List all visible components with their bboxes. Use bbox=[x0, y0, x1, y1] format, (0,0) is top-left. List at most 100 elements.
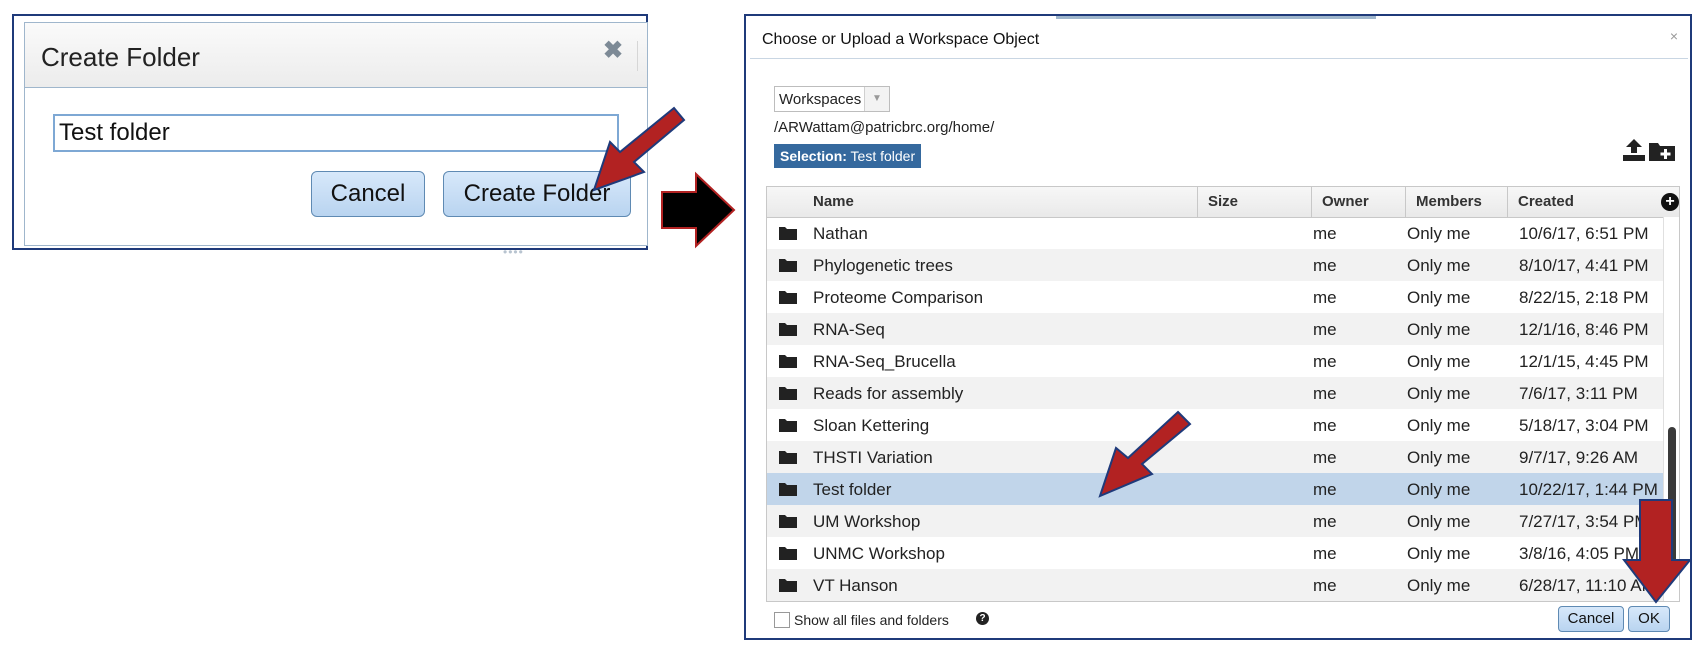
folder-icon bbox=[779, 579, 797, 592]
help-icon[interactable]: ? bbox=[976, 612, 989, 625]
cancel-button[interactable]: Cancel bbox=[311, 171, 425, 217]
close-icon[interactable]: × bbox=[1670, 28, 1678, 44]
location-select[interactable]: Workspaces ▼ bbox=[774, 86, 890, 112]
dialog-title-bar: Choose or Upload a Workspace Object × bbox=[750, 20, 1688, 59]
show-all-checkbox[interactable] bbox=[774, 612, 790, 628]
row-name: UM Workshop bbox=[813, 512, 921, 531]
column-header-created[interactable]: Created bbox=[1507, 187, 1657, 217]
upload-icon[interactable] bbox=[1622, 138, 1646, 162]
table-row[interactable]: RNA-Seq_Brucella me Only me 12/1/15, 4:45 P… bbox=[767, 345, 1663, 377]
row-created: 12/1/15, 4:45 PM bbox=[1519, 352, 1649, 371]
table-row[interactable]: Phylogenetic trees me Only me 8/10/17, 4:41… bbox=[767, 249, 1663, 281]
dialog-title-bar: Create Folder ✖ bbox=[25, 23, 647, 88]
row-created: 9/7/17, 9:26 AM bbox=[1519, 448, 1639, 467]
table-row[interactable]: UM Workshop me Only me 7/27/17, 3:54 PM bbox=[767, 505, 1663, 537]
row-created: 5/18/17, 3:04 PM bbox=[1519, 416, 1649, 435]
folder-name-input[interactable] bbox=[53, 114, 619, 152]
row-members: Only me bbox=[1407, 576, 1471, 595]
row-members: Only me bbox=[1407, 288, 1471, 307]
row-name: RNA-Seq bbox=[813, 320, 885, 339]
title-divider bbox=[637, 41, 638, 71]
row-owner: me bbox=[1313, 480, 1337, 499]
row-owner: me bbox=[1313, 448, 1337, 467]
close-icon[interactable]: ✖ bbox=[603, 36, 623, 65]
row-created: 7/6/17, 3:11 PM bbox=[1519, 384, 1638, 403]
table-row[interactable]: Nathan me Only me 10/6/17, 6:51 PM bbox=[767, 217, 1663, 249]
row-owner: me bbox=[1313, 224, 1337, 243]
table-row[interactable]: Proteome Comparison me Only me 8/22/15, 2:1… bbox=[767, 281, 1663, 313]
annotation-arrow-row bbox=[1098, 410, 1192, 498]
table-row[interactable]: Sloan Kettering me Only me 5/18/17, 3:04 PM bbox=[767, 409, 1663, 441]
location-select-value: Workspaces bbox=[779, 91, 862, 108]
current-path: /ARWattam@patricbrc.org/home/ bbox=[774, 119, 995, 136]
table-row[interactable]: Reads for assembly me Only me 7/6/17, 3:11 … bbox=[767, 377, 1663, 409]
folder-icon bbox=[779, 483, 797, 496]
row-members: Only me bbox=[1407, 544, 1471, 563]
row-owner: me bbox=[1313, 320, 1337, 339]
selection-label: Selection: bbox=[780, 148, 847, 164]
table-row[interactable]: UNMC Workshop me Only me 3/8/16, 4:05 PM bbox=[767, 537, 1663, 569]
new-folder-icon[interactable] bbox=[1648, 140, 1676, 162]
row-members: Only me bbox=[1407, 320, 1471, 339]
row-members: Only me bbox=[1407, 512, 1471, 531]
annotation-arrow-ok bbox=[1621, 499, 1693, 604]
row-name: UNMC Workshop bbox=[813, 544, 945, 563]
ok-button[interactable]: OK bbox=[1628, 606, 1670, 632]
grid-rows: Nathan me Only me 10/6/17, 6:51 PM Phylogene… bbox=[767, 217, 1663, 601]
row-owner: me bbox=[1313, 288, 1337, 307]
selection-value: Test folder bbox=[850, 148, 916, 164]
selection-badge: Selection: Test folder bbox=[774, 144, 922, 168]
workspace-object-dialog: Choose or Upload a Workspace Object × Wo… bbox=[744, 14, 1692, 640]
folder-icon bbox=[779, 227, 797, 240]
row-created: 8/22/15, 2:18 PM bbox=[1519, 288, 1649, 307]
folder-icon bbox=[779, 515, 797, 528]
row-owner: me bbox=[1313, 384, 1337, 403]
folder-icon bbox=[779, 323, 797, 336]
row-name: Test folder bbox=[813, 480, 892, 499]
annotation-arrow-next bbox=[661, 171, 736, 249]
show-all-label: Show all files and folders bbox=[794, 612, 949, 628]
table-row[interactable]: VT Hanson me Only me 6/28/17, 11:10 AM bbox=[767, 569, 1663, 601]
row-name: Sloan Kettering bbox=[813, 416, 930, 435]
row-owner: me bbox=[1313, 544, 1337, 563]
folder-icon bbox=[779, 291, 797, 304]
row-members: Only me bbox=[1407, 352, 1471, 371]
folder-icon bbox=[779, 355, 797, 368]
folder-icon bbox=[779, 387, 797, 400]
row-name: VT Hanson bbox=[813, 576, 898, 595]
table-row[interactable]: THSTI Variation me Only me 9/7/17, 9:26 AM bbox=[767, 441, 1663, 473]
row-members: Only me bbox=[1407, 448, 1471, 467]
column-header-name[interactable]: Name bbox=[805, 187, 1197, 217]
row-owner: me bbox=[1313, 512, 1337, 531]
row-owner: me bbox=[1313, 576, 1337, 595]
table-row[interactable]: RNA-Seq me Only me 12/1/16, 8:46 PM bbox=[767, 313, 1663, 345]
create-folder-dialog: Create Folder ✖ Cancel Create Folder •••… bbox=[12, 14, 648, 259]
grid-header: Name Size Owner Members Created + bbox=[767, 187, 1679, 218]
row-owner: me bbox=[1313, 416, 1337, 435]
row-name: RNA-Seq_Brucella bbox=[813, 352, 956, 371]
row-members: Only me bbox=[1407, 416, 1471, 435]
row-created: 10/22/17, 1:44 PM bbox=[1519, 480, 1658, 499]
row-members: Only me bbox=[1407, 224, 1471, 243]
row-members: Only me bbox=[1407, 256, 1471, 275]
folder-icon bbox=[779, 451, 797, 464]
chevron-down-icon[interactable]: ▼ bbox=[864, 87, 889, 111]
row-owner: me bbox=[1313, 352, 1337, 371]
column-header-size[interactable]: Size bbox=[1197, 187, 1311, 217]
row-created: 8/10/17, 4:41 PM bbox=[1519, 256, 1649, 275]
row-owner: me bbox=[1313, 256, 1337, 275]
row-name: Phylogenetic trees bbox=[813, 256, 953, 275]
cancel-button[interactable]: Cancel bbox=[1558, 606, 1624, 632]
resize-grip[interactable]: •••• bbox=[503, 245, 524, 259]
row-created: 12/1/16, 8:46 PM bbox=[1519, 320, 1649, 339]
add-column-icon[interactable]: + bbox=[1661, 193, 1679, 211]
column-header-owner[interactable]: Owner bbox=[1311, 187, 1405, 217]
table-row[interactable]: Test folder me Only me 10/22/17, 1:44 PM bbox=[767, 473, 1663, 505]
row-name: Nathan bbox=[813, 224, 868, 243]
folder-icon bbox=[779, 259, 797, 272]
row-name: THSTI Variation bbox=[813, 448, 933, 467]
create-folder-dialog-body: Create Folder ✖ Cancel Create Folder •••… bbox=[24, 22, 648, 259]
workspace-grid: Name Size Owner Members Created + Nathan… bbox=[766, 186, 1680, 602]
row-name: Reads for assembly bbox=[813, 384, 964, 403]
column-header-members[interactable]: Members bbox=[1405, 187, 1507, 217]
